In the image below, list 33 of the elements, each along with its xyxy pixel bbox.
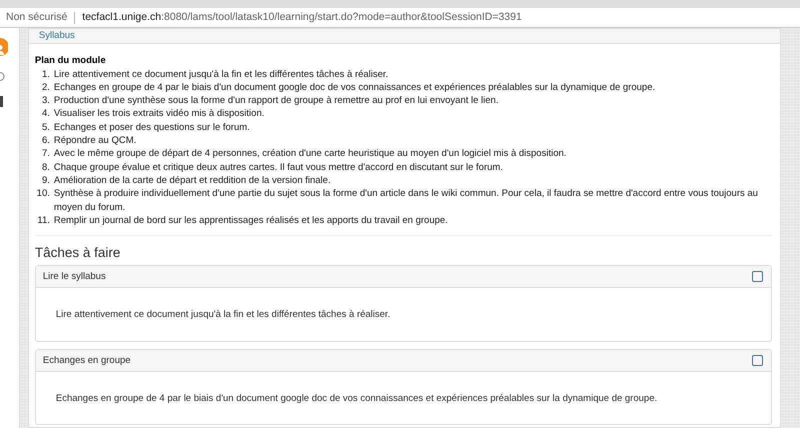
list-item: Synthèse à produire individuellement d'une partie du sujet sous la forme d'un article dans le wiki commun. Pour cela, il faudra se mettre d'accord entre vous toujours au moyen du forum. (54, 187, 759, 214)
list-item: Avec le même groupe de départ de 4 personnes, création d'une carte heuristique au moyen d'un logiciel mis à disposition. (54, 147, 568, 161)
list-number: 7. (40, 147, 51, 161)
panel-title[interactable]: Syllabus (38, 29, 75, 44)
tasks-heading: Tâches à faire (34, 246, 122, 260)
list-item: Chaque groupe évalue et critique deux autres cartes. Il faut vous mettre d'accord en discutant sur le forum. (54, 160, 504, 174)
list-number: 6. (40, 134, 51, 148)
list-item: Echanges et poser des questions sur le forum. (54, 120, 251, 134)
checkbox[interactable] (752, 271, 764, 282)
list-number: 2. (40, 80, 51, 94)
list-number: 5. (40, 120, 51, 134)
list-item: Amélioration de la carte de départ et reddition de la version finale. (54, 174, 332, 188)
list-number: 10. (36, 187, 51, 202)
list-item: Lire attentivement ce document jusqu'à la fin et les différentes tâches à réaliser. (54, 68, 390, 81)
list-number: 4. (40, 107, 51, 121)
list-number: 3. (40, 94, 51, 108)
list-number: 11. (36, 214, 51, 228)
list-number: 8. (40, 160, 51, 174)
list-item: Répondre au QCM. (54, 134, 138, 148)
task-title: Echanges en groupe (42, 354, 131, 367)
list-number: 9. (40, 174, 51, 188)
list-item: Visualiser les trois extraits vidéo mis à disposition. (54, 107, 266, 121)
task-description: Lire attentivement ce document jusqu'à la fin et les différentes tâches à réaliser. (56, 308, 392, 322)
security-label[interactable]: Non sécurisé (6, 10, 68, 26)
list-item: Echanges en groupe de 4 par le biais d'un document google doc de vos connaissances et expériences préalables sur la dynamique de groupe. (54, 80, 656, 94)
plan-title: Plan du module (34, 54, 107, 68)
task-title: Lire le syllabus (42, 270, 106, 284)
list-item: Remplir un journal de bord sur les apprentissages réalisés et les apports du travail en groupe. (54, 214, 449, 228)
list-item: Production d'une synthèse sous la forme d'un rapport de groupe à remettre au prof en lui envoyant le lien. (54, 94, 500, 108)
list-number: 1. (40, 68, 51, 81)
task-description: Echanges en groupe de 4 par le biais d'un document google doc de vos connaissances et expériences préalables sur la dynamique de groupe. (56, 392, 658, 405)
url-field[interactable]: tecfacl1.unige.ch:8080/lams/tool/latask10/learning/start.do?mode=author&toolSessionID=3391 (82, 10, 522, 26)
checkbox[interactable] (752, 354, 764, 366)
